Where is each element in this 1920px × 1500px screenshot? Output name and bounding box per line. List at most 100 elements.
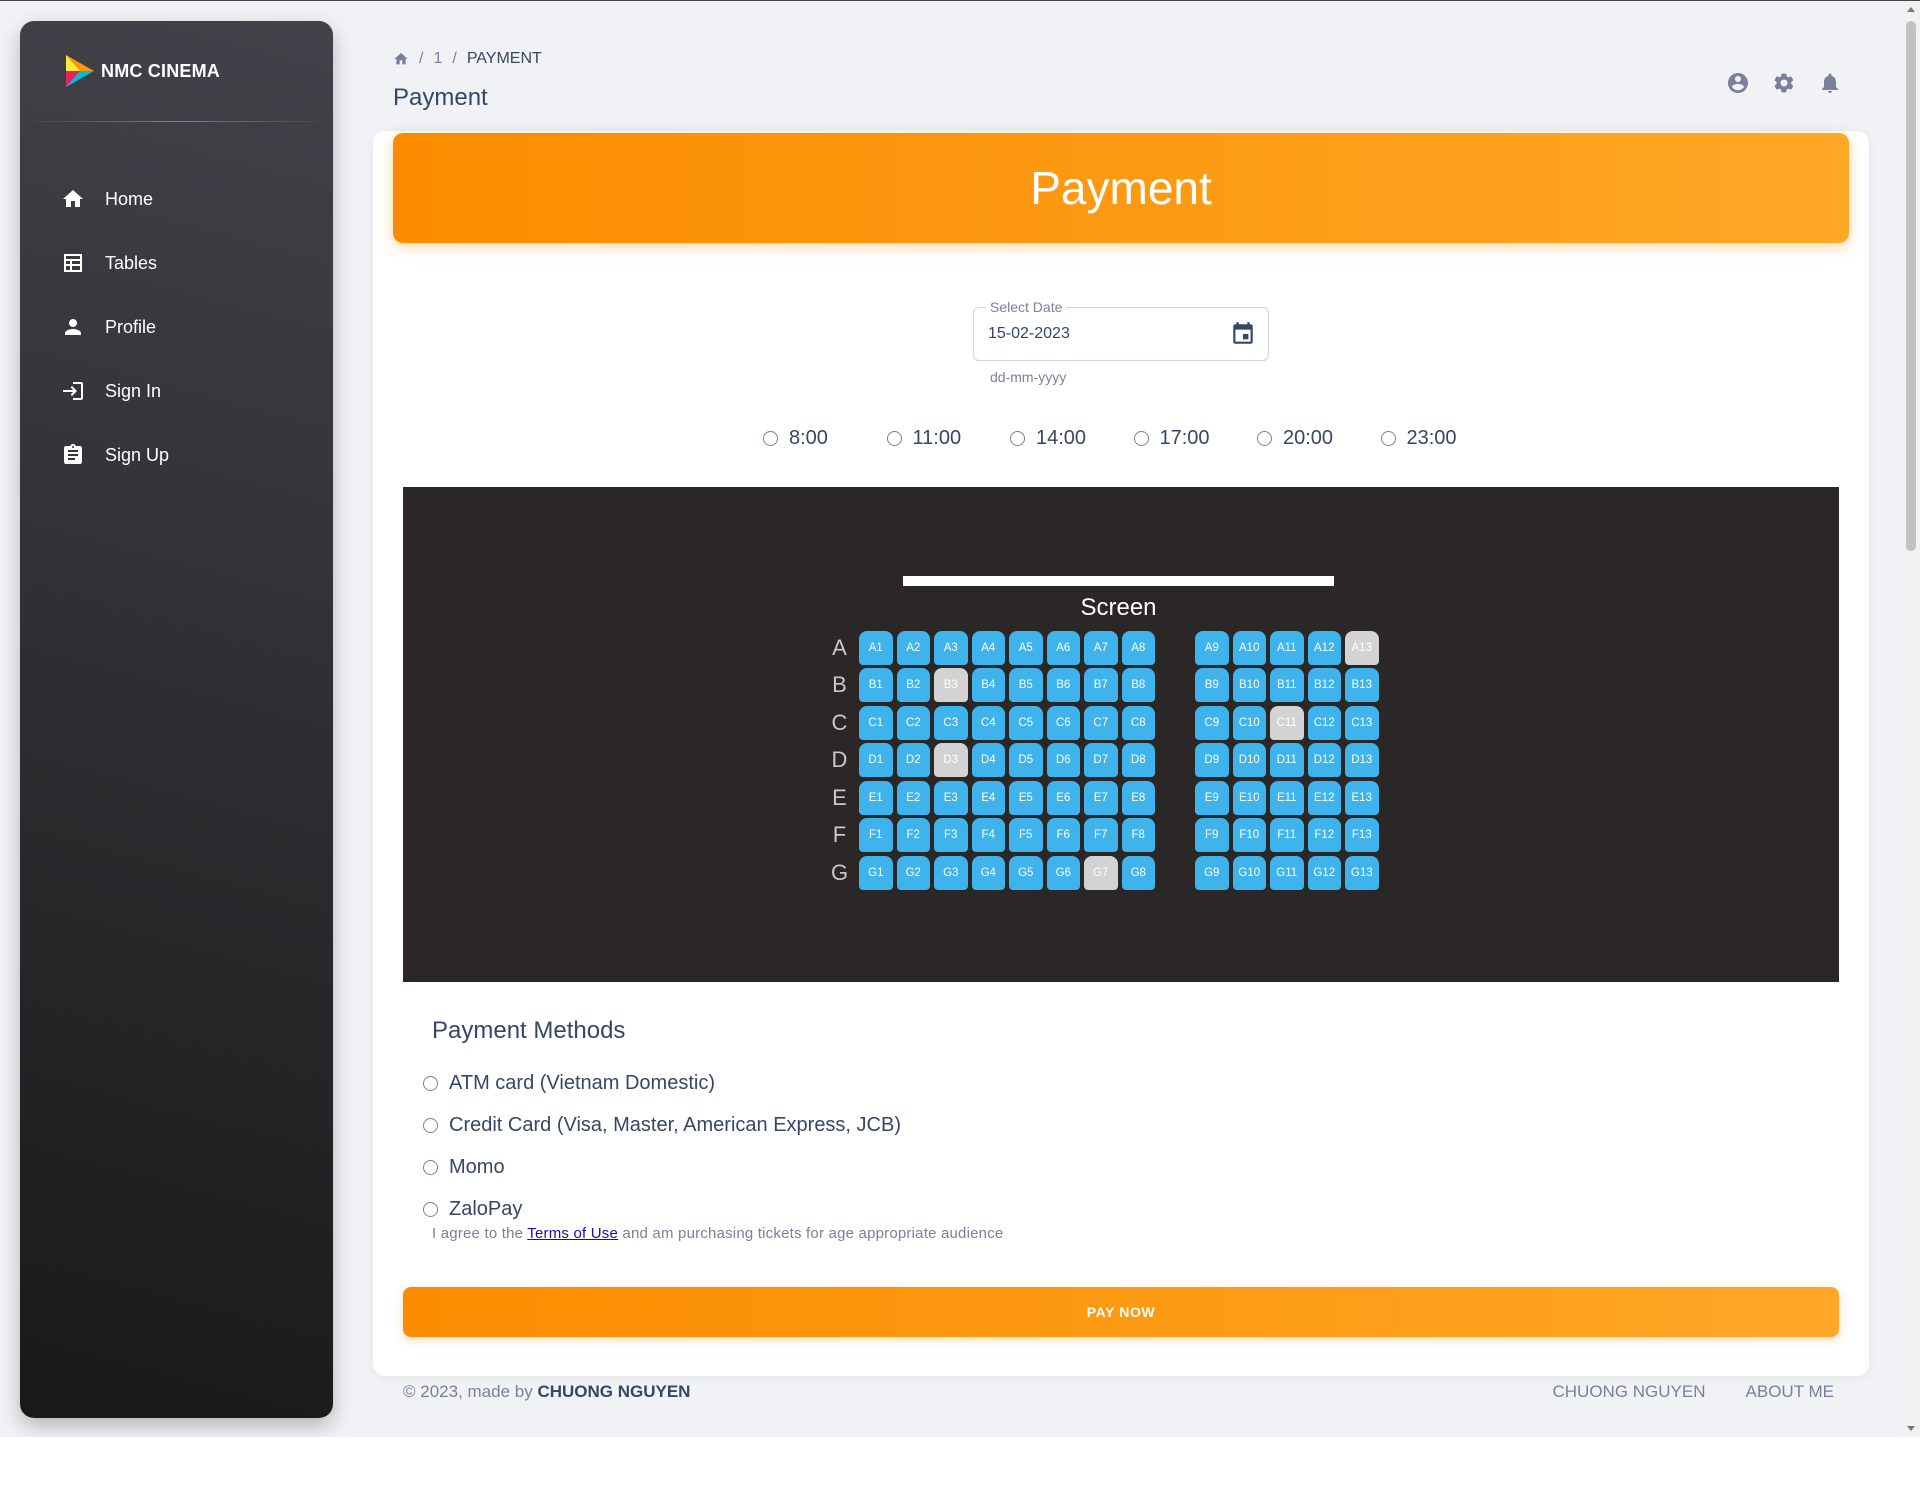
seat[interactable]: C12 [1307,705,1341,740]
radio-button[interactable] [423,1201,438,1217]
seat[interactable]: F3 [934,818,968,853]
sidebar-item-sign-up[interactable]: Sign Up [20,423,333,487]
seat[interactable]: E4 [971,780,1005,815]
seat[interactable]: E5 [1009,780,1043,815]
seat[interactable]: E9 [1195,780,1229,815]
showtime-option[interactable]: 8:00 [763,427,887,450]
seat[interactable]: E2 [896,780,930,815]
seat[interactable]: D12 [1307,743,1341,778]
scroll-up-arrow-icon[interactable] [1907,7,1915,12]
sidebar-item-profile[interactable]: Profile [20,295,333,359]
showtime-option[interactable]: 11:00 [886,427,1011,450]
seat[interactable]: A9 [1195,630,1229,665]
seat[interactable]: A10 [1232,630,1266,665]
seat[interactable]: B4 [971,668,1005,703]
seat[interactable]: G12 [1307,855,1341,890]
payment-method-option[interactable]: Credit Card (Visa, Master, American Expr… [423,1104,901,1146]
seat[interactable]: B13 [1345,668,1379,703]
seat[interactable]: D5 [1009,743,1043,778]
seat[interactable]: C1 [859,705,893,740]
radio-button[interactable] [423,1075,438,1091]
seat[interactable]: B9 [1195,668,1229,703]
seat[interactable]: E11 [1270,780,1304,815]
sidebar-item-tables[interactable]: Tables [20,231,333,295]
seat[interactable]: C9 [1195,705,1229,740]
seat[interactable]: F11 [1270,818,1304,853]
seat[interactable]: A11 [1270,630,1304,665]
seat[interactable]: C13 [1345,705,1379,740]
radio-button[interactable] [1133,431,1149,446]
payment-method-option[interactable]: ATM card (Vietnam Domestic) [423,1062,901,1104]
seat[interactable]: D10 [1232,743,1266,778]
seat[interactable]: B10 [1232,668,1266,703]
seat[interactable]: F6 [1046,818,1080,853]
seat[interactable]: G11 [1270,855,1304,890]
seat[interactable]: G8 [1121,855,1155,890]
seat[interactable]: D8 [1121,743,1155,778]
seat[interactable]: E13 [1345,780,1379,815]
seat[interactable]: D11 [1270,743,1304,778]
footer-author[interactable]: CHUONG NGUYEN [537,1382,690,1401]
seat[interactable]: B5 [1009,668,1043,703]
home-icon[interactable] [393,51,409,67]
seat[interactable]: F4 [971,818,1005,853]
seat[interactable]: A7 [1084,630,1118,665]
seat[interactable]: G5 [1009,855,1043,890]
footer-link-author[interactable]: CHUONG NGUYEN [1553,1382,1706,1402]
seat[interactable]: G9 [1195,855,1229,890]
seat[interactable]: D13 [1345,743,1379,778]
seat[interactable]: G6 [1046,855,1080,890]
showtime-option[interactable]: 17:00 [1133,427,1258,450]
seat[interactable]: E10 [1232,780,1266,815]
radio-button[interactable] [1010,431,1025,446]
seat[interactable]: G3 [934,855,968,890]
seat[interactable]: B8 [1121,668,1155,703]
seat[interactable]: E6 [1046,780,1080,815]
seat[interactable]: G2 [896,855,930,890]
seat[interactable]: C2 [896,705,930,740]
breadcrumb-item[interactable]: 1 [433,50,442,68]
seat[interactable]: A8 [1121,630,1155,665]
seat[interactable]: C3 [934,705,968,740]
radio-button[interactable] [423,1117,438,1133]
seat[interactable]: F8 [1121,818,1155,853]
showtime-option[interactable]: 20:00 [1257,427,1381,450]
seat[interactable]: A12 [1307,630,1341,665]
account-circle-icon[interactable] [1726,71,1750,95]
seat[interactable]: A1 [859,630,893,665]
seat[interactable]: F13 [1345,818,1379,853]
seat[interactable]: D2 [896,743,930,778]
seat[interactable]: D4 [971,743,1005,778]
seat[interactable]: G10 [1232,855,1266,890]
seat[interactable]: F12 [1307,818,1341,853]
seat[interactable]: E7 [1084,780,1118,815]
seat[interactable]: A3 [934,630,968,665]
seat[interactable]: D6 [1046,743,1080,778]
showtime-option[interactable]: 23:00 [1380,427,1505,450]
seat[interactable]: A2 [896,630,930,665]
sidebar-item-home[interactable]: Home [20,167,333,231]
seat[interactable]: B1 [859,668,893,703]
seat[interactable]: B11 [1270,668,1304,703]
seat[interactable]: F2 [896,818,930,853]
calendar-icon[interactable] [1230,321,1256,347]
seat[interactable]: C7 [1084,705,1118,740]
showtime-option[interactable]: 14:00 [1010,427,1134,450]
seat[interactable]: F5 [1009,818,1043,853]
terms-of-use-link[interactable]: Terms of Use [527,1225,618,1242]
seat[interactable]: C8 [1121,705,1155,740]
payment-method-option[interactable]: Momo [423,1146,901,1188]
sidebar-item-sign-in[interactable]: Sign In [20,359,333,423]
seat[interactable]: E3 [934,780,968,815]
seat[interactable]: F9 [1195,818,1229,853]
notifications-icon[interactable] [1818,71,1842,95]
radio-button[interactable] [1380,431,1396,446]
seat[interactable]: D7 [1084,743,1118,778]
payment-method-option[interactable]: ZaloPay [423,1188,901,1230]
seat[interactable]: C6 [1046,705,1080,740]
pay-now-button[interactable]: PAY NOW [403,1287,1839,1337]
seat[interactable]: E8 [1121,780,1155,815]
seat[interactable]: B2 [896,668,930,703]
seat[interactable]: C10 [1232,705,1266,740]
seat[interactable]: G1 [859,855,893,890]
